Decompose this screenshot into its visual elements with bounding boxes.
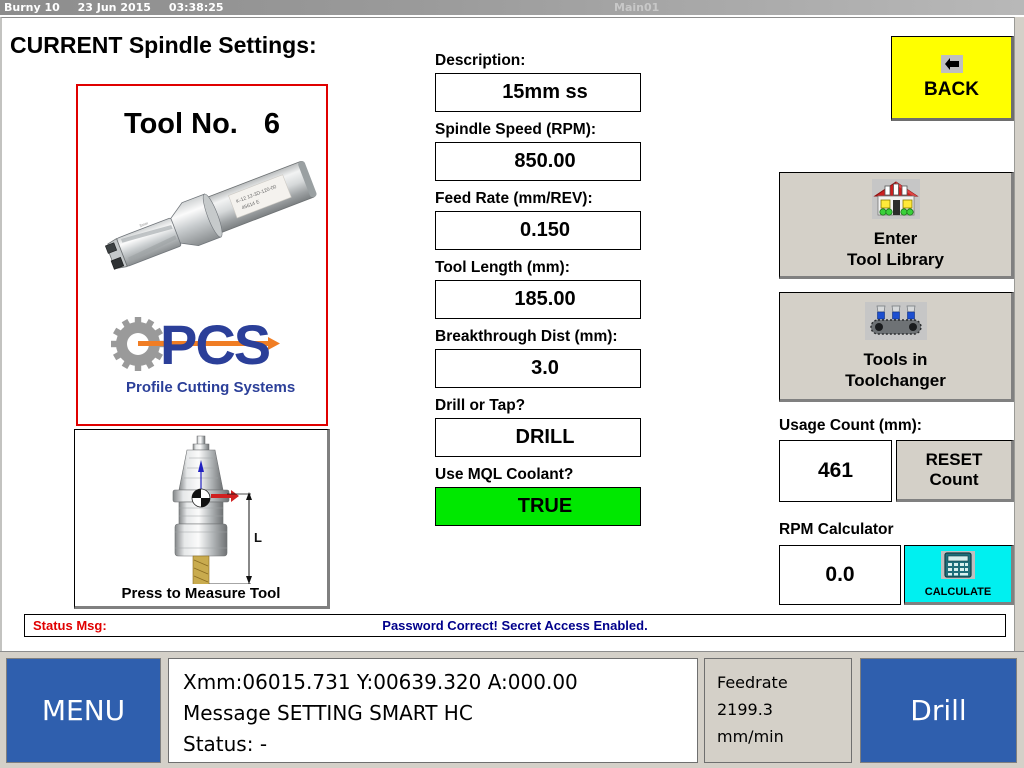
indexable-insert-drill-photo: K-12 12-3D-120-00 45614 E 3mm xyxy=(104,161,317,270)
length-dimension-label: L xyxy=(254,530,262,545)
app-name: Burny 10 xyxy=(4,1,60,14)
label-feed-rate: Feed Rate (mm/REV): xyxy=(435,190,593,207)
usage-count-value[interactable]: 461 xyxy=(779,440,892,502)
value-feed-rate: 0.150 xyxy=(519,219,571,241)
readout-message: Message SETTING SMART HC xyxy=(183,701,473,725)
feedrate-value: 2199.3 xyxy=(717,700,773,719)
value-description: 15mm ss xyxy=(502,81,588,103)
label-tool-length: Tool Length (mm): xyxy=(435,259,570,276)
feedrate-units: mm/min xyxy=(717,727,784,746)
value-breakthrough-dist: 3.0 xyxy=(531,357,559,379)
field-spindle-speed[interactable]: 850.00 xyxy=(435,142,641,181)
calculator-icon xyxy=(941,550,975,584)
reset-count-label-line1: RESET xyxy=(925,450,983,469)
back-button-label: BACK xyxy=(924,78,979,100)
svg-text:Profile Cutting Systems: Profile Cutting Systems xyxy=(126,379,295,396)
window-title: Main01 xyxy=(614,1,660,14)
tools-in-toolchanger-label-line1: Tools in xyxy=(863,349,928,369)
toolchanger-carousel-icon xyxy=(864,301,927,345)
field-breakthrough-dist[interactable]: 3.0 xyxy=(435,349,641,388)
current-tool-panel: Tool No. 6 K-12 12-3D-120-00 45614 E 3mm… xyxy=(76,84,328,426)
measure-tool-button[interactable]: L Press to Measure Tool xyxy=(74,429,330,609)
field-mql-coolant[interactable]: TRUE xyxy=(435,487,641,526)
tool-number-value: 6 xyxy=(263,108,280,140)
value-spindle-speed: 850.00 xyxy=(514,150,576,172)
title-bar: Burny 10 23 Jun 2015 03:38:25 Main01 xyxy=(0,0,1024,16)
label-breakthrough-dist: Breakthrough Dist (mm): xyxy=(435,328,618,345)
tools-in-toolchanger-button[interactable]: Tools in Toolchanger xyxy=(779,292,1014,402)
bt-toolholder-diagram: L xyxy=(172,435,262,584)
readout-coordinates: Xmm:06015.731 Y:00639.320 A:000.00 xyxy=(183,670,578,694)
rpm-calculator-value[interactable]: 0.0 xyxy=(779,545,901,605)
svg-text:PCS: PCS xyxy=(160,313,270,376)
label-description: Description: xyxy=(435,52,526,69)
field-drill-or-tap[interactable]: DRILL xyxy=(435,418,641,457)
usage-count-label: Usage Count (mm): xyxy=(779,417,922,434)
bottom-toolbar: MENU Xmm:06015.731 Y:00639.320 A:000.00 … xyxy=(0,651,1024,768)
tools-in-toolchanger-label-line2: Toolchanger xyxy=(845,370,946,390)
value-drill-or-tap: DRILL xyxy=(515,426,575,448)
house-icon xyxy=(871,179,920,224)
pcs-logo: PCS Profile Cutting Systems xyxy=(111,313,295,396)
drill-button[interactable]: Drill xyxy=(860,658,1017,763)
measure-tool-caption: Press to Measure Tool xyxy=(121,585,281,602)
application-screen: Burny 10 23 Jun 2015 03:38:25 Main01 CUR… xyxy=(0,0,1024,768)
label-spindle-speed: Spindle Speed (RPM): xyxy=(435,121,597,138)
field-feed-rate[interactable]: 0.150 xyxy=(435,211,641,250)
feedrate-panel: Feedrate 2199.3 mm/min xyxy=(704,658,852,763)
page-title: CURRENT Spindle Settings: xyxy=(10,32,317,58)
status-message-text: Password Correct! Secret Access Enabled. xyxy=(382,618,648,633)
label-mql-coolant: Use MQL Coolant? xyxy=(435,466,574,483)
system-date: 23 Jun 2015 xyxy=(77,1,151,14)
arrow-left-icon xyxy=(940,54,963,73)
tool-number-row: Tool No. 6 xyxy=(78,108,326,141)
status-message-bar: Status Msg: Password Correct! Secret Acc… xyxy=(24,614,1006,637)
enter-tool-library-label-line2: Tool Library xyxy=(847,250,944,269)
label-drill-or-tap: Drill or Tap? xyxy=(435,397,526,414)
system-time: 03:38:25 xyxy=(168,1,224,14)
reset-count-label-line2: Count xyxy=(929,470,979,489)
feedrate-label: Feedrate xyxy=(717,673,788,692)
readout-status: Status: - xyxy=(183,732,268,756)
field-description[interactable]: 15mm ss xyxy=(435,73,641,112)
value-tool-length: 185.00 xyxy=(514,288,576,310)
menu-button[interactable]: MENU xyxy=(6,658,161,763)
calculate-button-label: CALCULATE xyxy=(924,585,992,598)
machine-readout-panel: Xmm:06015.731 Y:00639.320 A:000.00 Messa… xyxy=(168,658,698,763)
value-mql-coolant: TRUE xyxy=(517,495,573,517)
spindle-settings-fields: Description: 15mm ss Spindle Speed (RPM)… xyxy=(435,52,641,535)
tool-number-label: Tool No. xyxy=(124,108,238,140)
back-button[interactable]: BACK xyxy=(891,36,1014,121)
title-bar-left: Burny 10 23 Jun 2015 03:38:25 xyxy=(4,1,224,14)
right-edge-rail xyxy=(1014,17,1024,651)
reset-count-button[interactable]: RESET Count xyxy=(896,440,1014,502)
enter-tool-library-label-line1: Enter xyxy=(873,229,918,248)
rpm-calculator-label: RPM Calculator xyxy=(779,521,894,538)
field-tool-length[interactable]: 185.00 xyxy=(435,280,641,319)
enter-tool-library-button[interactable]: Enter Tool Library xyxy=(779,172,1014,279)
calculate-button[interactable]: CALCULATE xyxy=(904,545,1014,605)
